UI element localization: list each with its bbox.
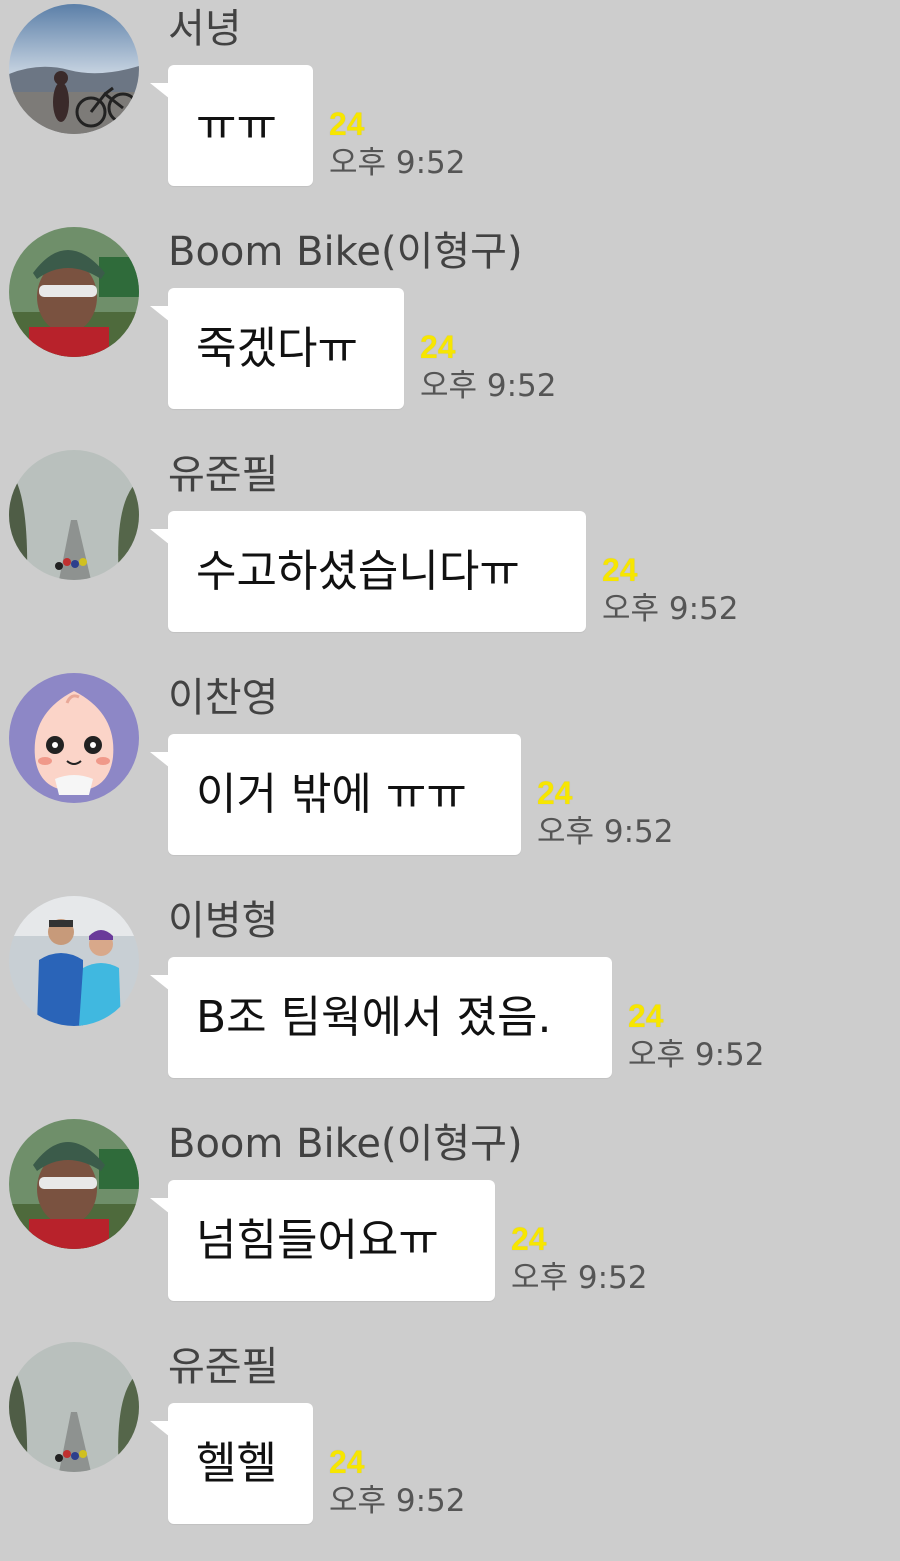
message-item: 유준필 수고하셨습니다ㅠ 24 오후 9:52 xyxy=(0,446,900,669)
avatar[interactable] xyxy=(9,450,139,580)
message-time: 오후 9:52 xyxy=(329,145,466,181)
avatar[interactable] xyxy=(9,1119,139,1249)
message-row: 이거 밖에 ㅠㅠ 24 오후 9:52 xyxy=(150,734,674,855)
sender-name: 유준필 xyxy=(168,452,279,498)
unread-count: 24 xyxy=(420,329,456,365)
avatar[interactable] xyxy=(9,1342,139,1472)
sender-name: Boom Bike(이형구) xyxy=(168,1121,523,1167)
message-row: 수고하셨습니다ㅠ 24 오후 9:52 xyxy=(150,511,739,632)
message-bubble[interactable]: ㅠㅠ xyxy=(150,65,313,186)
sender-name: 이찬영 xyxy=(168,675,279,721)
chat-message-list[interactable]: 서녕 ㅠㅠ 24 오후 9:52 Boom Bike(이형구) 죽겠다ㅠ 24 … xyxy=(0,0,900,1551)
message-item: Boom Bike(이형구) 넘힘들어요ㅠ 24 오후 9:52 xyxy=(0,1115,900,1338)
message-row: 넘힘들어요ㅠ 24 오후 9:52 xyxy=(150,1180,648,1301)
message-meta: 24 오후 9:52 xyxy=(420,329,557,409)
message-bubble[interactable]: 죽겠다ㅠ xyxy=(150,288,404,409)
message-text: 넘힘들어요ㅠ xyxy=(196,1214,439,1266)
avatar[interactable] xyxy=(9,673,139,803)
sender-name: 서녕 xyxy=(168,6,242,52)
message-meta: 24 오후 9:52 xyxy=(329,106,466,186)
avatar[interactable] xyxy=(9,896,139,1026)
avatar-couple-image xyxy=(9,896,139,1026)
message-time: 오후 9:52 xyxy=(537,814,674,850)
unread-count: 24 xyxy=(537,775,573,811)
message-row: ㅠㅠ 24 오후 9:52 xyxy=(150,65,466,186)
sender-name: 이병형 xyxy=(168,898,279,944)
unread-count: 24 xyxy=(628,998,664,1034)
sender-name: Boom Bike(이형구) xyxy=(168,229,523,275)
message-meta: 24 오후 9:52 xyxy=(602,552,739,632)
message-bubble[interactable]: 수고하셨습니다ㅠ xyxy=(150,511,586,632)
unread-count: 24 xyxy=(329,106,365,142)
message-text: 죽겠다ㅠ xyxy=(196,322,358,374)
message-text: ㅠㅠ xyxy=(196,99,277,151)
avatar[interactable] xyxy=(9,4,139,134)
message-meta: 24 오후 9:52 xyxy=(329,1444,466,1524)
message-time: 오후 9:52 xyxy=(420,368,557,404)
message-item: Boom Bike(이형구) 죽겠다ㅠ 24 오후 9:52 xyxy=(0,223,900,446)
message-time: 오후 9:52 xyxy=(602,591,739,627)
message-row: 헬헬 24 오후 9:52 xyxy=(150,1403,466,1524)
message-bubble[interactable]: 이거 밖에 ㅠㅠ xyxy=(150,734,521,855)
avatar-mountain-bike-image xyxy=(9,4,139,134)
avatar-cyclist-helmet-image xyxy=(9,227,139,357)
message-item: 유준필 헬헬 24 오후 9:52 xyxy=(0,1338,900,1561)
message-time: 오후 9:52 xyxy=(329,1483,466,1519)
message-bubble[interactable]: B조 팀웍에서 졌음. xyxy=(150,957,612,1078)
message-meta: 24 오후 9:52 xyxy=(537,775,674,855)
unread-count: 24 xyxy=(602,552,638,588)
message-text: 수고하셨습니다ㅠ xyxy=(196,545,520,597)
unread-count: 24 xyxy=(511,1221,547,1257)
sender-name: 유준필 xyxy=(168,1344,279,1390)
message-bubble[interactable]: 헬헬 xyxy=(150,1403,313,1524)
message-meta: 24 오후 9:52 xyxy=(628,998,765,1078)
avatar-peach-character-image xyxy=(9,673,139,803)
message-bubble[interactable]: 넘힘들어요ㅠ xyxy=(150,1180,495,1301)
message-meta: 24 오후 9:52 xyxy=(511,1221,648,1301)
avatar-misty-road-image xyxy=(9,1342,139,1472)
message-text: 헬헬 xyxy=(196,1437,277,1489)
message-row: 죽겠다ㅠ 24 오후 9:52 xyxy=(150,288,557,409)
message-item: 이병형 B조 팀웍에서 졌음. 24 오후 9:52 xyxy=(0,892,900,1115)
message-time: 오후 9:52 xyxy=(628,1037,765,1073)
message-row: B조 팀웍에서 졌음. 24 오후 9:52 xyxy=(150,957,765,1078)
avatar[interactable] xyxy=(9,227,139,357)
avatar-misty-road-image xyxy=(9,450,139,580)
message-item: 서녕 ㅠㅠ 24 오후 9:52 xyxy=(0,0,900,223)
message-time: 오후 9:52 xyxy=(511,1260,648,1296)
message-text: 이거 밖에 ㅠㅠ xyxy=(196,768,467,820)
message-text: B조 팀웍에서 졌음. xyxy=(196,991,552,1043)
message-item: 이찬영 이거 밖에 ㅠㅠ 24 오후 9:52 xyxy=(0,669,900,892)
avatar-cyclist-helmet-image xyxy=(9,1119,139,1249)
unread-count: 24 xyxy=(329,1444,365,1480)
